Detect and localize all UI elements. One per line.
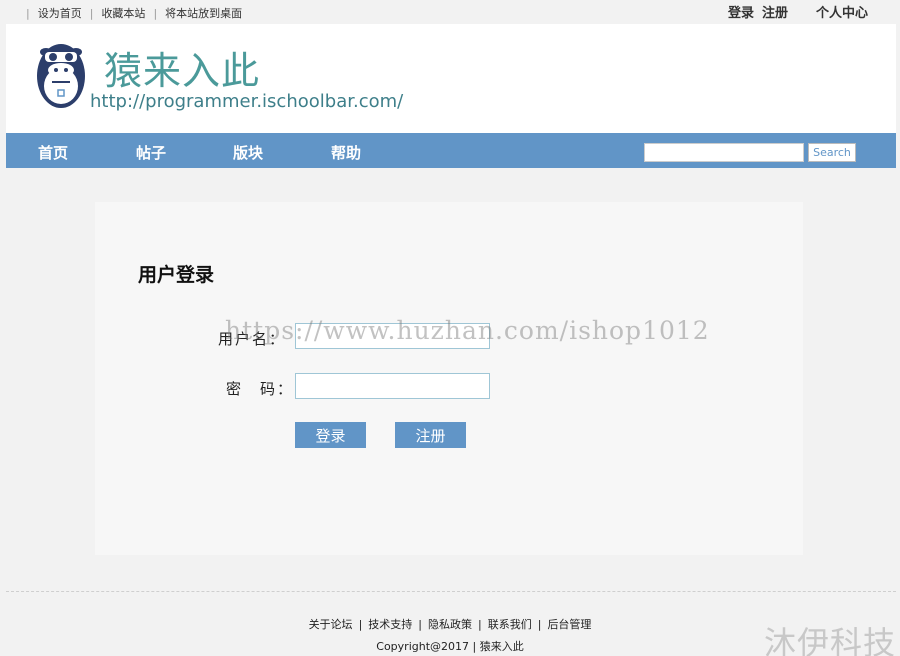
user-center-link[interactable]: 个人中心 (816, 2, 868, 21)
top-register-link[interactable]: 注册 (762, 2, 788, 21)
nav-item-help[interactable]: 帮助 (331, 142, 361, 163)
site-url: http://programmer.ischoolbar.com/ (90, 91, 404, 112)
footer-link-support[interactable]: 技术支持 (368, 618, 412, 631)
footer-link-privacy[interactable]: 隐私政策 (428, 618, 472, 631)
footer-link-about[interactable]: 关于论坛 (309, 618, 353, 631)
main-nav: 首页 帖子 版块 帮助 Search (6, 133, 896, 168)
separator: | (89, 6, 94, 20)
login-title: 用户登录 (138, 264, 215, 286)
register-button[interactable]: 注册 (395, 422, 466, 448)
top-utility-bar: | 设为首页 | 收藏本站 | 将本站放到桌面 登录 注册 个人中心 (0, 0, 900, 24)
nav-item-posts[interactable]: 帖子 (136, 142, 166, 163)
account-links: 登录 注册 个人中心 (728, 2, 868, 21)
login-button[interactable]: 登录 (295, 422, 366, 448)
footer-link-contact[interactable]: 联系我们 (488, 618, 532, 631)
desktop-shortcut-link[interactable]: 将本站放到桌面 (165, 5, 242, 21)
set-homepage-link[interactable]: 设为首页 (38, 5, 82, 21)
monkey-logo-icon[interactable] (36, 36, 86, 110)
separator: | (26, 6, 30, 20)
top-login-link[interactable]: 登录 (728, 2, 754, 21)
separator: | (537, 618, 542, 631)
separator: | (358, 618, 363, 631)
separator: | (478, 618, 482, 631)
url-watermark: https://www.huzhan.com/ishop1012 (225, 316, 710, 345)
nav-item-home[interactable]: 首页 (38, 142, 68, 163)
brand-watermark: 沐伊科技 (763, 624, 896, 656)
footer-link-admin[interactable]: 后台管理 (547, 618, 591, 631)
search-input[interactable] (644, 143, 804, 162)
password-field[interactable] (295, 373, 490, 399)
bookmark-link[interactable]: 收藏本站 (101, 5, 145, 21)
separator: | (153, 6, 158, 20)
nav-item-boards[interactable]: 版块 (233, 142, 263, 163)
password-label: 密 码： (226, 380, 295, 398)
search-button[interactable]: Search (808, 143, 856, 162)
footer-divider (6, 591, 896, 592)
separator: | (418, 618, 422, 631)
site-title: 猿来入此 (104, 49, 261, 93)
login-panel: 用户登录 用户名： 密 码： 登录 注册 (95, 202, 803, 555)
site-header: 猿来入此 http://programmer.ischoolbar.com/ (6, 24, 896, 133)
top-links: | 设为首页 | 收藏本站 | 将本站放到桌面 (26, 5, 242, 21)
